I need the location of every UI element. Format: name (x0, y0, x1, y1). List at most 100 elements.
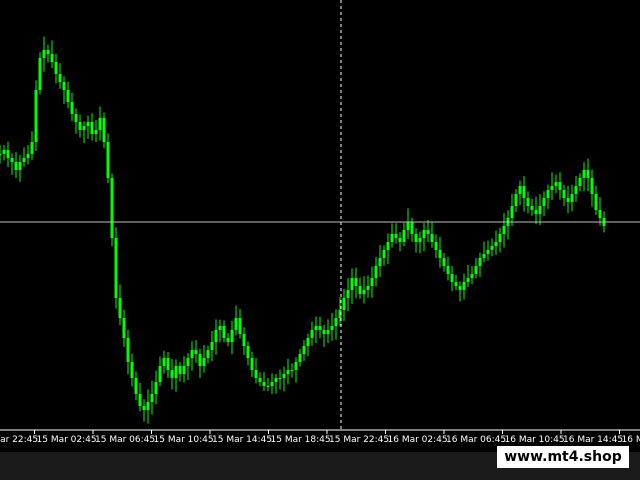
candle-body (342, 298, 346, 310)
candle-body (290, 370, 294, 371)
candle-body (210, 342, 214, 350)
candle-body (314, 326, 318, 330)
candle-body (390, 234, 394, 242)
x-axis-ticks: 14 Mar 22:4515 Mar 02:4515 Mar 06:4515 M… (0, 430, 640, 445)
candle-body (458, 286, 462, 290)
x-tick-label: 15 Mar 14:45 (212, 435, 272, 445)
candle-body (98, 118, 102, 130)
candle-body (558, 182, 562, 190)
candle-body (462, 282, 466, 290)
candle-body (238, 318, 242, 334)
candle-body (282, 374, 286, 378)
candle-body (274, 378, 278, 382)
candle-body (94, 130, 98, 134)
candle-body (214, 330, 218, 342)
candle-body (34, 90, 38, 142)
candle-body (0, 154, 2, 155)
candle-body (22, 158, 26, 162)
candle-body (242, 334, 246, 346)
candle-body (286, 370, 290, 374)
candle-body (590, 178, 594, 194)
candle-body (306, 338, 310, 346)
candle-body (166, 358, 170, 370)
candle-body (554, 182, 558, 186)
candle-body (50, 54, 54, 62)
candle-body (2, 150, 6, 154)
candle-body (54, 62, 58, 74)
candle-body (394, 234, 398, 238)
candle-body (62, 82, 66, 90)
candle-body (14, 162, 18, 170)
candle-body (134, 378, 138, 394)
candle-body (18, 162, 22, 170)
candle-body (154, 382, 158, 394)
candle-body (58, 74, 62, 82)
candle-body (414, 234, 418, 242)
candle-body (146, 402, 150, 410)
candle-body (486, 250, 490, 254)
candle-body (318, 326, 322, 330)
candle-body (378, 258, 382, 266)
candle-body (438, 250, 442, 258)
candle-body (106, 142, 110, 178)
candle-body (442, 258, 446, 266)
candle-body (514, 194, 518, 206)
candle-body (586, 170, 590, 178)
candle-body (198, 354, 202, 366)
candle-body (294, 362, 298, 370)
candle-body (218, 326, 222, 330)
candle-body (138, 394, 142, 406)
x-tick-label: 15 Mar 22:45 (329, 435, 389, 445)
candle-body (330, 326, 334, 330)
candle-body (398, 238, 402, 242)
candle-body (174, 366, 178, 378)
candle-body (126, 338, 130, 362)
watermark: www.mt4.shop (497, 446, 629, 468)
candle-body (594, 194, 598, 210)
candle-body (86, 122, 90, 126)
candle-body (354, 278, 358, 286)
candle-body (350, 278, 354, 290)
candle-body (254, 370, 258, 378)
x-tick-label: 16 Mar 10:45 (505, 435, 565, 445)
candle-body (250, 358, 254, 370)
candle-body (298, 354, 302, 362)
candle-body (362, 290, 366, 294)
candle-body (266, 386, 270, 387)
candle-body (182, 366, 186, 374)
candle-body (426, 230, 430, 234)
candle-body (482, 254, 486, 258)
candle-body (526, 198, 530, 206)
candle-body (502, 226, 506, 234)
candle-body (178, 366, 182, 374)
candle-body (366, 286, 370, 290)
x-tick-label: 16 Mar 02:45 (388, 435, 448, 445)
candle-body (518, 186, 522, 194)
candle-body (326, 330, 330, 334)
candle-body (474, 266, 478, 274)
candle-body (142, 406, 146, 410)
x-tick-label: 15 Mar 10:45 (154, 435, 214, 445)
candle-body (234, 318, 238, 330)
candle-body (546, 190, 550, 198)
candle-body (46, 50, 50, 54)
candle-body (446, 266, 450, 274)
chart-area: 14 Mar 22:4515 Mar 02:4515 Mar 06:4515 M… (0, 0, 640, 480)
candle-body (498, 234, 502, 242)
candle-body (422, 230, 426, 238)
candle-body (466, 278, 470, 282)
candle-body (374, 266, 378, 278)
candle-body (226, 338, 230, 342)
candle-body (334, 318, 338, 326)
candle-body (70, 102, 74, 114)
candle-body (206, 350, 210, 358)
candle-body (162, 358, 166, 366)
x-tick-label: 16 Mar 14:45 (563, 435, 623, 445)
candle-body (430, 234, 434, 242)
candle-body (202, 358, 206, 366)
candle-series (0, 36, 606, 424)
candle-body (246, 346, 250, 358)
candle-body (258, 378, 262, 382)
candle-body (598, 210, 602, 218)
candle-body (534, 210, 538, 214)
